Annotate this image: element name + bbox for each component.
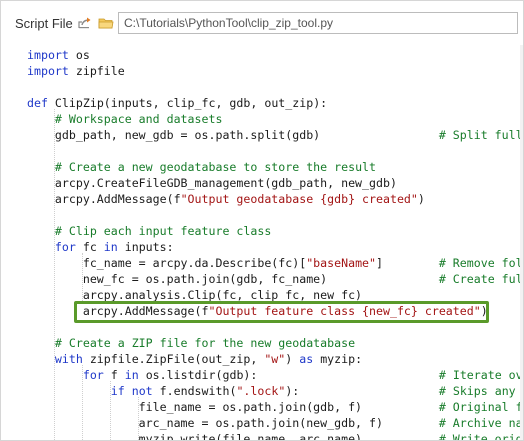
code-line[interactable]: for f in os.listdir(gdb): # Iterate ove bbox=[27, 367, 523, 383]
code-line[interactable]: if not f.endswith(".lock"): # Skips any … bbox=[27, 383, 523, 399]
code-line[interactable]: # Create a ZIP file for the new geodatab… bbox=[27, 335, 355, 351]
code-line[interactable]: # Create a new geodatabase to store the … bbox=[27, 159, 376, 175]
script-file-panel: Script File C:\Tutorials\PythonTool\clip… bbox=[0, 0, 524, 441]
code-token: os.listdir(gdb): bbox=[138, 368, 439, 382]
code-line[interactable]: new_fc = os.path.join(gdb, fc_name) # Cr… bbox=[27, 271, 523, 287]
code-token: with bbox=[54, 352, 83, 366]
code-line[interactable]: arcpy.AddMessage(f"Output geodatabase {g… bbox=[27, 191, 425, 207]
code-token: as bbox=[299, 352, 314, 366]
code-token: # Create full bbox=[438, 272, 523, 286]
code-line[interactable]: # Clip each input feature class bbox=[27, 223, 271, 239]
code-token: for bbox=[54, 240, 76, 254]
code-token: # Original fi bbox=[438, 400, 523, 414]
code-token: arcpy.CreateFileGDB_management(gdb_path,… bbox=[27, 176, 397, 190]
code-token: "w" bbox=[264, 352, 286, 366]
code-line[interactable]: myzip.write(file_name, arc_name) # Write… bbox=[27, 431, 523, 440]
code-line[interactable]: with zipfile.ZipFile(out_zip, "w") as my… bbox=[27, 351, 362, 367]
code-token: ] bbox=[376, 256, 439, 270]
code-token: "Output feature class {new_fc} created" bbox=[208, 304, 481, 318]
code-token: fc_name = arcpy.da.Describe(fc)[ bbox=[27, 256, 307, 270]
code-token: arc_name = os.path.join(new_gdb, f) bbox=[27, 416, 439, 430]
code-token: os bbox=[68, 48, 90, 62]
code-token: # Remove fold bbox=[438, 256, 523, 270]
code-line[interactable]: arcpy.analysis.Clip(fc, clip_fc, new_fc) bbox=[27, 287, 362, 303]
code-token: myzip.write(file_name, arc_name) bbox=[27, 432, 439, 440]
code-token: gdb_path, new_gdb = os.path.split(gdb) bbox=[27, 128, 439, 142]
code-token: # Clip each input feature class bbox=[54, 224, 272, 238]
code-line[interactable]: for fc in inputs: bbox=[27, 239, 174, 255]
editor-right-edge bbox=[520, 45, 523, 440]
code-token: ) bbox=[417, 192, 425, 206]
code-line[interactable]: # Workspace and datasets bbox=[27, 111, 223, 127]
code-token: not bbox=[131, 384, 153, 398]
code-token: new_fc = os.path.join(gdb, fc_name) bbox=[27, 272, 439, 286]
script-path-field[interactable]: C:\Tutorials\PythonTool\clip_zip_tool.py bbox=[118, 12, 518, 34]
code-token: # Write origi bbox=[438, 432, 523, 440]
code-line[interactable]: arcpy.AddMessage(f"Output feature class … bbox=[27, 303, 488, 319]
code-token: arcpy.AddMessage(f bbox=[27, 192, 181, 206]
code-token: for bbox=[82, 368, 104, 382]
code-line[interactable]: import os bbox=[27, 47, 90, 63]
code-token: def bbox=[27, 96, 48, 110]
code-token: # Create a ZIP file for the new geodatab… bbox=[54, 336, 356, 350]
open-folder-icon[interactable] bbox=[98, 15, 114, 31]
code-token: ) bbox=[285, 352, 300, 366]
code-token: if bbox=[110, 384, 125, 398]
code-token: # Iterate ove bbox=[438, 368, 523, 382]
code-editor[interactable]: import os import zipfile def ClipZip(input… bbox=[1, 45, 523, 440]
code-token: ) bbox=[480, 304, 488, 318]
code-token: f.endswith( bbox=[152, 384, 237, 398]
code-token: inputs: bbox=[117, 240, 174, 254]
code-token: # Create a new geodatabase to store the … bbox=[54, 160, 377, 174]
code-line[interactable]: import zipfile bbox=[27, 63, 125, 79]
code-token: zipfile bbox=[68, 64, 125, 78]
code-token: in bbox=[103, 240, 118, 254]
code-token: zipfile.ZipFile(out_zip, bbox=[82, 352, 265, 366]
code-token: "Output geodatabase {gdb} created" bbox=[180, 192, 418, 206]
code-line[interactable]: fc_name = arcpy.da.Describe(fc)["baseNam… bbox=[27, 255, 523, 271]
code-token: f bbox=[103, 368, 125, 382]
code-token: # Skips any f bbox=[438, 384, 523, 398]
code-line[interactable]: def ClipZip(inputs, clip_fc, gdb, out_zi… bbox=[27, 95, 327, 111]
code-token: in bbox=[124, 368, 139, 382]
code-token: ClipZip(inputs, clip_fc, gdb, out_zip): bbox=[47, 96, 328, 110]
code-token: fc bbox=[75, 240, 104, 254]
code-token: ".lock" bbox=[236, 384, 286, 398]
share-icon[interactable] bbox=[77, 15, 93, 31]
code-line[interactable]: arc_name = os.path.join(new_gdb, f) # Ar… bbox=[27, 415, 523, 431]
script-file-toolbar: Script File C:\Tutorials\PythonTool\clip… bbox=[1, 1, 523, 45]
code-token: myzip: bbox=[313, 352, 363, 366]
code-token: arcpy.AddMessage(f bbox=[27, 304, 209, 318]
code-token: arcpy.analysis.Clip(fc, clip_fc, new_fc) bbox=[27, 288, 363, 302]
code-token: # Workspace and datasets bbox=[54, 112, 223, 126]
code-line[interactable]: arcpy.CreateFileGDB_management(gdb_path,… bbox=[27, 175, 397, 191]
code-token: file_name = os.path.join(gdb, f) bbox=[27, 400, 439, 414]
code-line[interactable]: gdb_path, new_gdb = os.path.split(gdb) #… bbox=[27, 127, 523, 143]
script-file-label: Script File bbox=[15, 16, 73, 31]
code-token: import bbox=[27, 64, 69, 78]
code-token: # Archive nam bbox=[438, 416, 523, 430]
code-token: import bbox=[27, 48, 69, 62]
code-token: ): bbox=[285, 384, 439, 398]
code-token: "baseName" bbox=[306, 256, 377, 270]
code-line[interactable]: file_name = os.path.join(gdb, f) # Origi… bbox=[27, 399, 523, 415]
code-token: # Split full bbox=[438, 128, 523, 142]
